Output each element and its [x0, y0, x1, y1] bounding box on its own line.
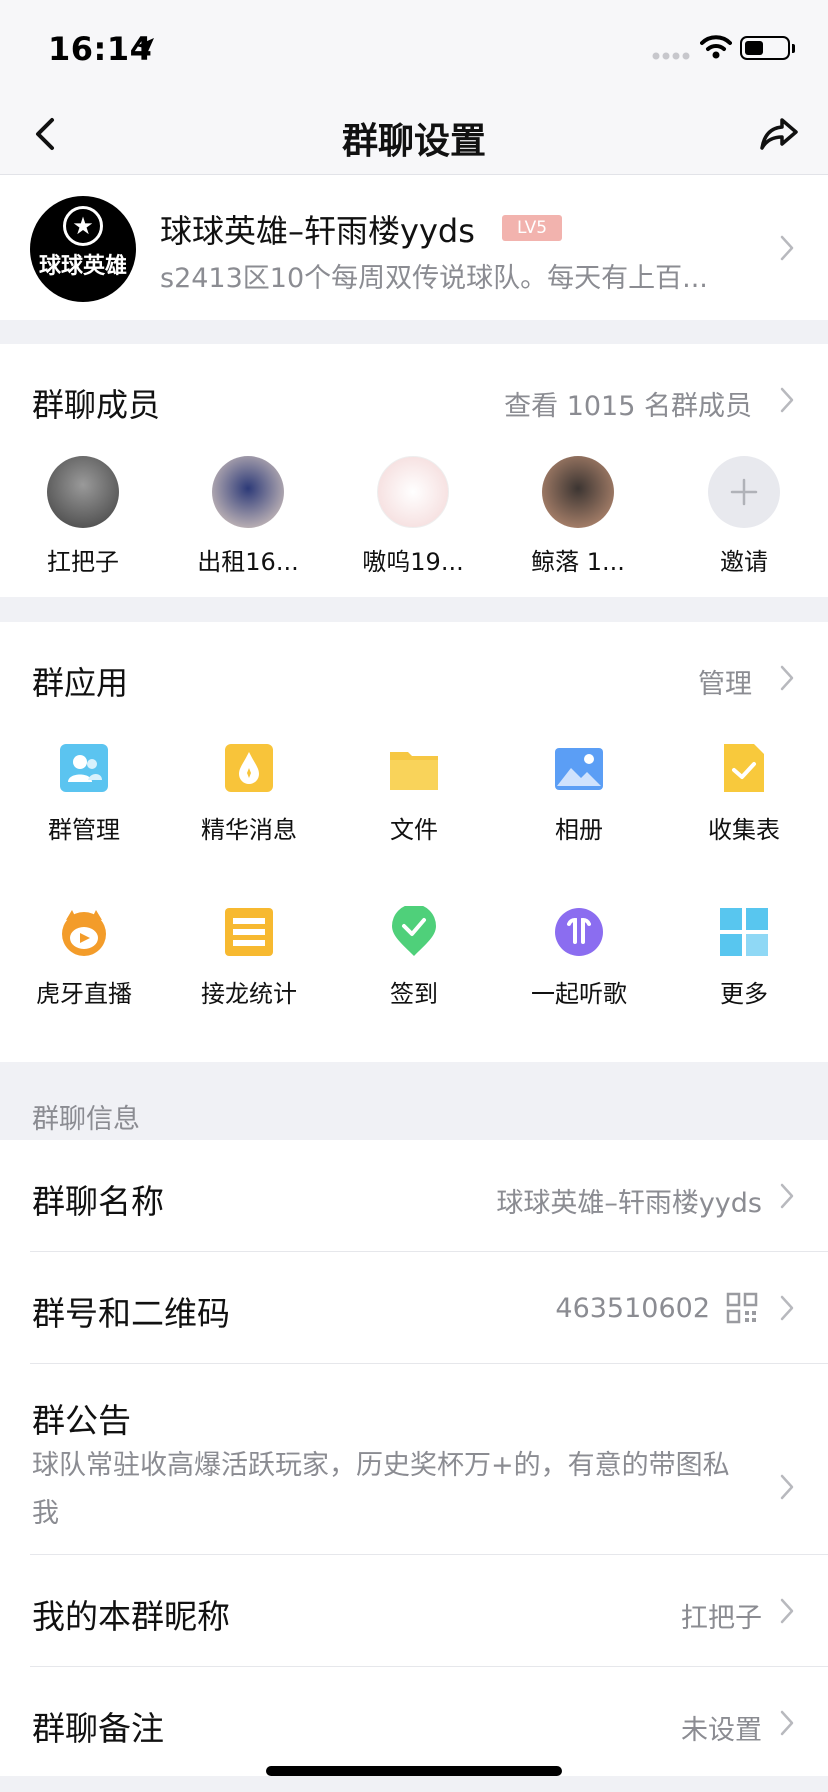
app-more[interactable]: 更多 [674, 906, 814, 1009]
member-item[interactable]: 扛把子 [28, 456, 138, 577]
share-icon[interactable] [758, 112, 802, 156]
manage-apps-link[interactable]: 管理 [640, 662, 752, 701]
wifi-icon [700, 35, 732, 59]
app-jielong[interactable]: 接龙统计 [179, 906, 319, 1009]
signal-icon [652, 52, 690, 60]
group-avatar: ★ 球球英雄 [30, 196, 136, 302]
member-avatar [542, 456, 614, 528]
invite-label: 邀请 [720, 548, 768, 576]
folder-icon [390, 752, 438, 790]
album-icon [555, 748, 603, 790]
member-name: 嗷呜19... [362, 548, 464, 576]
info-section-label: 群聊信息 [32, 1104, 140, 1135]
chevron-right-icon [780, 1710, 794, 1736]
checkin-icon [392, 904, 436, 956]
nav-bar: 群聊设置 [0, 96, 828, 175]
more-grid-icon [720, 908, 768, 956]
group-notice-title: 群公告 [32, 1401, 131, 1440]
group-description: s2413区10个每周双传说球队。每天有上百... [160, 263, 708, 294]
chevron-right-icon [780, 235, 794, 261]
member-name: 扛把子 [47, 548, 119, 576]
app-checkin[interactable]: 签到 [344, 904, 484, 1009]
group-remark-title: 群聊备注 [32, 1709, 164, 1748]
app-music[interactable]: 一起听歌 [509, 906, 649, 1009]
qr-code-icon [726, 1292, 758, 1324]
member-name: 出租16... [197, 548, 299, 576]
group-number-title: 群号和二维码 [32, 1294, 230, 1333]
chevron-right-icon [780, 1295, 794, 1321]
level-badge: LV5 [502, 215, 562, 241]
app-huya[interactable]: 虎牙直播 [14, 906, 154, 1009]
battery-icon [740, 36, 790, 60]
group-name-value: 球球英雄–轩雨楼yyds [496, 1188, 762, 1219]
app-label: 虎牙直播 [36, 980, 132, 1008]
member-item[interactable]: 鲸落 1... [523, 456, 633, 577]
app-label: 更多 [720, 980, 768, 1008]
member-avatar [47, 456, 119, 528]
essence-icon [225, 744, 273, 792]
chevron-right-icon [780, 1474, 794, 1500]
member-item[interactable]: 嗷呜19... [358, 456, 468, 577]
app-label: 精华消息 [201, 816, 297, 844]
app-label: 接龙统计 [201, 980, 297, 1008]
apps-title: 群应用 [32, 664, 129, 702]
app-form[interactable]: 收集表 [674, 742, 814, 845]
group-number-value: 463510602 [555, 1293, 710, 1324]
group-notice-text: 球队常驻收高爆活跃玩家，历史奖杯万+的，有意的带图私我 [32, 1450, 730, 1529]
app-label: 文件 [390, 816, 438, 844]
app-group-manage[interactable]: 群管理 [14, 742, 154, 845]
chevron-right-icon [780, 1183, 794, 1209]
form-icon [724, 744, 764, 792]
page-title: 群聊设置 [341, 121, 486, 162]
invite-button[interactable]: 邀请 [689, 456, 799, 577]
group-manage-icon [60, 744, 108, 792]
star-icon: ★ [63, 206, 103, 246]
app-files[interactable]: 文件 [344, 742, 484, 845]
member-item[interactable]: 出租16... [193, 456, 303, 577]
huya-icon [62, 910, 106, 956]
music-icon [555, 908, 603, 956]
battery-cap [792, 44, 795, 53]
my-nickname-value: 扛把子 [681, 1603, 762, 1634]
plus-icon [708, 456, 780, 528]
group-avatar-text: 球球英雄 [38, 254, 127, 279]
app-essence[interactable]: 精华消息 [179, 742, 319, 845]
app-label: 签到 [390, 980, 438, 1008]
app-label: 相册 [555, 816, 603, 844]
group-name-title: 群聊名称 [32, 1182, 164, 1221]
app-album[interactable]: 相册 [509, 742, 649, 845]
app-label: 一起听歌 [531, 980, 627, 1008]
my-nickname-title: 我的本群昵称 [32, 1597, 230, 1636]
member-avatar [377, 456, 449, 528]
group-name: 球球英雄–轩雨楼yyds [160, 212, 475, 250]
list-icon [225, 908, 273, 956]
chevron-right-icon [780, 1598, 794, 1624]
chevron-right-icon [780, 665, 794, 691]
view-all-members-link[interactable]: 查看 1015 名群成员 [440, 384, 752, 423]
members-title: 群聊成员 [32, 386, 161, 424]
member-name: 鲸落 1... [531, 548, 625, 576]
app-label: 群管理 [48, 816, 120, 844]
member-avatar [212, 456, 284, 528]
chevron-right-icon [780, 387, 794, 413]
home-indicator[interactable] [266, 1766, 562, 1776]
group-remark-value: 未设置 [681, 1715, 762, 1746]
location-arrow-icon [136, 38, 154, 56]
app-label: 收集表 [708, 816, 780, 844]
